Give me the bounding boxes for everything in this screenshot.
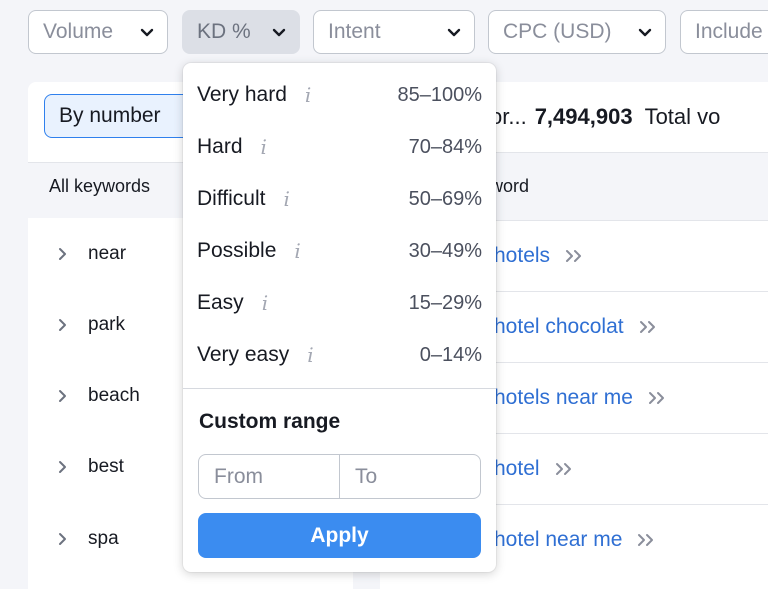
kd-option-hard[interactable]: Hard i 70–84% [183, 121, 496, 173]
double-chevron-right-icon[interactable] [647, 391, 667, 405]
group-item-label: near [88, 243, 127, 264]
keyword-link[interactable]: hotel near me [494, 528, 622, 552]
info-icon[interactable]: i [305, 83, 311, 107]
total-volume-label: Total vo [644, 104, 721, 129]
keyword-link[interactable]: hotel [494, 457, 540, 481]
keyword-link[interactable]: hotels near me [494, 386, 633, 410]
by-number-toggle[interactable]: By number [44, 94, 194, 138]
include-filter-label: Include [695, 20, 763, 43]
info-icon[interactable]: i [262, 291, 268, 315]
kd-option-easy[interactable]: Easy i 15–29% [183, 277, 496, 329]
kd-option-range: 70–84% [408, 135, 482, 158]
chevron-down-icon [446, 24, 462, 40]
kd-filter-label: KD % [197, 20, 251, 43]
double-chevron-right-icon[interactable] [554, 462, 574, 476]
double-chevron-right-icon[interactable] [638, 320, 658, 334]
info-icon[interactable]: i [261, 135, 267, 159]
kd-option-range: 50–69% [408, 187, 482, 210]
custom-range-title: Custom range [199, 410, 341, 433]
chevron-right-icon [56, 318, 70, 332]
kd-option-very-hard[interactable]: Very hard i 85–100% [183, 69, 496, 121]
kd-option-difficult[interactable]: Difficult i 50–69% [183, 173, 496, 225]
chevron-down-icon [271, 24, 287, 40]
cpc-filter-label: CPC (USD) [503, 20, 612, 43]
chevron-right-icon [56, 460, 70, 474]
divider [183, 388, 496, 389]
group-item-label: spa [88, 528, 119, 549]
kd-option-label: Very easy [197, 343, 290, 366]
chevron-down-icon [139, 24, 155, 40]
double-chevron-right-icon[interactable] [564, 249, 584, 263]
info-icon[interactable]: i [307, 343, 313, 367]
keywords-count: 7,494,903 [534, 104, 633, 129]
kd-option-range: 30–49% [408, 239, 482, 262]
kd-option-label: Difficult [197, 187, 266, 210]
kd-option-label: Easy [197, 291, 244, 314]
to-input[interactable] [340, 455, 480, 498]
kd-option-possible[interactable]: Possible i 30–49% [183, 225, 496, 277]
chevron-down-icon [637, 24, 653, 40]
info-icon[interactable]: i [294, 239, 300, 263]
chevron-right-icon [56, 532, 70, 546]
kd-filter[interactable]: KD % [182, 10, 300, 54]
by-number-label: By number [59, 104, 161, 127]
chevron-right-icon [56, 247, 70, 261]
double-chevron-right-icon[interactable] [636, 533, 656, 547]
cpc-filter[interactable]: CPC (USD) [488, 10, 666, 54]
group-item-label: beach [88, 385, 140, 406]
kd-option-range: 0–14% [419, 343, 482, 366]
chevron-right-icon [56, 389, 70, 403]
intent-filter-label: Intent [328, 20, 381, 43]
volume-filter[interactable]: Volume [28, 10, 168, 54]
kd-option-label: Very hard [197, 83, 287, 106]
keyword-link[interactable]: hotels [494, 244, 550, 268]
intent-filter[interactable]: Intent [313, 10, 475, 54]
include-filter[interactable]: Include [680, 10, 768, 54]
kd-dropdown-menu: Very hard i 85–100% Hard i 70–84% Diffic… [183, 63, 496, 572]
kd-option-very-easy[interactable]: Very easy i 0–14% [183, 329, 496, 381]
keyword-stats: or... 7,494,903 Total vo [490, 104, 720, 130]
apply-button[interactable]: Apply [198, 513, 481, 558]
from-input[interactable] [199, 455, 340, 498]
kd-option-range: 85–100% [397, 83, 482, 106]
keyword-link[interactable]: hotel chocolat [494, 315, 624, 339]
info-icon[interactable]: i [283, 187, 289, 211]
all-keywords-label: All keywords [49, 176, 151, 196]
volume-filter-label: Volume [43, 20, 114, 43]
custom-range-inputs [198, 454, 481, 499]
group-item-label: park [88, 314, 125, 335]
kd-option-range: 15–29% [408, 291, 482, 314]
group-item-label: best [88, 456, 124, 477]
kd-option-label: Hard [197, 135, 243, 158]
kd-option-label: Possible [197, 239, 277, 262]
